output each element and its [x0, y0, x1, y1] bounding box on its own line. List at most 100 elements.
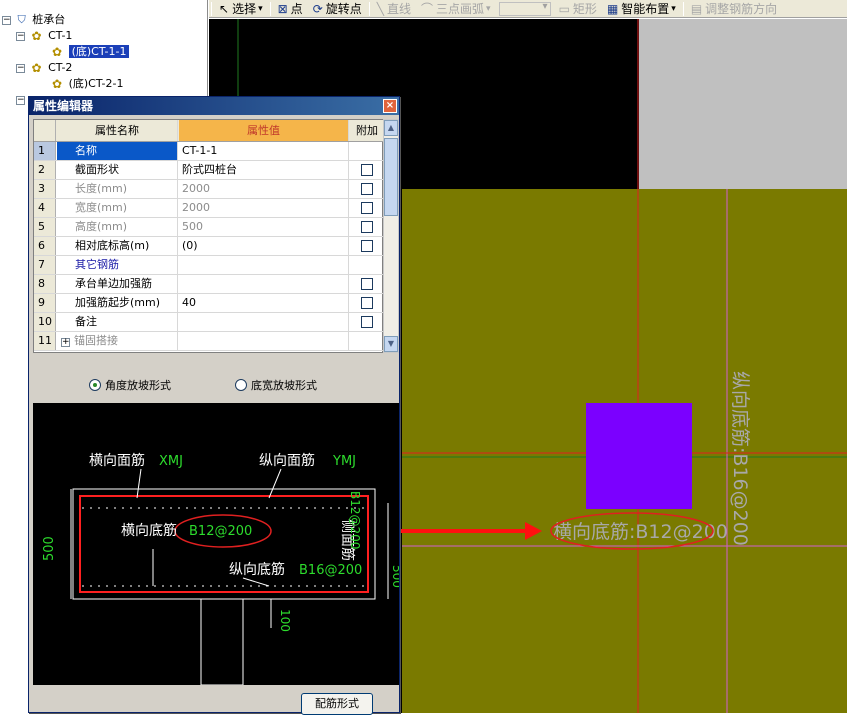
append-checkbox[interactable]	[361, 240, 373, 252]
scroll-thumb[interactable]	[384, 138, 398, 216]
component-icon: ✿	[52, 45, 63, 59]
append-checkbox[interactable]	[361, 202, 373, 214]
row-name: 其它钢筋	[57, 256, 178, 274]
row-num: 1	[34, 142, 56, 160]
point-button[interactable]: ⊠ 点	[273, 0, 308, 17]
table-row[interactable]: 11 + 锚固搭接	[34, 332, 384, 351]
append-checkbox[interactable]	[361, 316, 373, 328]
tree-node-ct2-1[interactable]: ✿ (底)CT-2-1	[52, 76, 123, 92]
append-checkbox[interactable]	[361, 183, 373, 195]
arc-mode-select[interactable]	[498, 1, 551, 16]
separator	[269, 1, 271, 16]
bottom-y-rebar-text[interactable]: 纵向底筋:B16@200	[729, 371, 751, 546]
row-num: 6	[34, 237, 56, 255]
collapse-icon[interactable]: −	[16, 31, 25, 41]
row-value[interactable]: 500	[179, 218, 349, 236]
close-button[interactable]: ×	[383, 99, 397, 113]
pile[interactable]	[586, 403, 692, 509]
line-button[interactable]: ╲ 直线	[372, 0, 416, 17]
chevron-down-icon: ▾	[671, 3, 676, 14]
tree-root-label: 桩承台	[32, 13, 66, 26]
table-row[interactable]: 7 其它钢筋	[34, 256, 384, 275]
row-value[interactable]: 2000	[179, 180, 349, 198]
rotate-point-button[interactable]: ⟳ 旋转点	[308, 0, 367, 17]
scroll-up-icon[interactable]: ▲	[384, 120, 398, 136]
table-row[interactable]: 8 承台单边加强筋	[34, 275, 384, 294]
select-button[interactable]: ↖ 选择 ▾	[214, 0, 268, 17]
collapse-icon[interactable]: −	[16, 63, 25, 73]
select-label: 选择	[232, 2, 257, 16]
rotate-icon: ⟳	[312, 1, 323, 16]
row-value[interactable]: 40	[179, 294, 349, 312]
radio-angle-slope[interactable]: 角度放坡形式	[89, 377, 171, 393]
row-name: 名称	[57, 142, 178, 160]
rect-button[interactable]: ▭ 矩形	[554, 0, 602, 17]
row-value[interactable]	[179, 275, 349, 293]
row-value[interactable]: 阶式四桩台	[179, 161, 349, 179]
row-value[interactable]	[179, 332, 349, 350]
gray-region	[639, 19, 847, 189]
pile-outline	[200, 598, 244, 686]
collapse-icon[interactable]: −	[2, 15, 11, 25]
bottom-x-code: B12@200	[189, 524, 252, 539]
leader-line	[268, 468, 282, 499]
row-extra	[350, 256, 384, 274]
tree-node-ct2[interactable]: − ✿ CT-2	[16, 60, 72, 76]
grid-header: 属性名称 属性值 附加	[34, 120, 384, 142]
row-num: 8	[34, 275, 56, 293]
arc-button[interactable]: ⌒ 三点画弧 ▾	[416, 0, 496, 17]
rectangle-icon: ▭	[558, 1, 570, 16]
separator	[368, 1, 370, 16]
table-row[interactable]: 9 加强筋起步(mm) 40	[34, 294, 384, 313]
append-checkbox[interactable]	[361, 221, 373, 233]
table-row[interactable]: 2 截面形状 阶式四桩台	[34, 161, 384, 180]
table-row[interactable]: 5 高度(mm) 500	[34, 218, 384, 237]
dim-pile: 100	[278, 609, 292, 632]
tree-root[interactable]: − ⛉ 桩承台	[2, 12, 65, 28]
radio-dot[interactable]	[235, 379, 247, 391]
table-row[interactable]: 6 相对底标高(m) (0)	[34, 237, 384, 256]
row-value[interactable]	[179, 256, 349, 274]
table-row[interactable]: 4 宽度(mm) 2000	[34, 199, 384, 218]
append-checkbox[interactable]	[361, 297, 373, 309]
append-checkbox[interactable]	[361, 164, 373, 176]
tree-node-label: (底)CT-1-1	[68, 45, 130, 58]
tree-node-ct1-1[interactable]: ✿ (底)CT-1-1	[52, 44, 130, 60]
scroll-down-icon[interactable]: ▼	[384, 336, 398, 352]
table-row[interactable]: 1 名称 CT-1-1	[34, 142, 384, 161]
row-value[interactable]: 2000	[179, 199, 349, 217]
rebar-form-button[interactable]: 配筋形式	[301, 693, 373, 715]
header-name: 属性名称	[57, 120, 178, 141]
bottom-x-label: 横向底筋	[121, 522, 177, 539]
cursor-icon: ↖	[219, 1, 230, 16]
grid-scrollbar[interactable]: ▲ ▼	[383, 119, 399, 353]
smart-layout-icon: ▦	[606, 1, 619, 16]
smart-layout-button[interactable]: ▦ 智能布置 ▾	[602, 0, 681, 17]
row-value[interactable]: CT-1-1	[179, 142, 349, 160]
point-icon: ⊠	[277, 1, 288, 16]
slope-mode-group: 角度放坡形式 底宽放坡形式	[33, 369, 399, 399]
dim-right: 500	[390, 565, 399, 588]
tree-node-ct1[interactable]: − ✿ CT-1	[16, 28, 72, 44]
chevron-down-icon: ▾	[486, 3, 491, 14]
tree-node-label: CT-2	[48, 61, 73, 74]
row-name: 宽度(mm)	[57, 199, 178, 217]
leader-line	[136, 468, 142, 499]
table-row[interactable]: 3 长度(mm) 2000	[34, 180, 384, 199]
adjust-icon: ▤	[690, 1, 703, 16]
adjust-rebar-direction-button[interactable]: ▤ 调整钢筋方向	[686, 0, 782, 17]
tree-node-collapsed[interactable]: −	[16, 92, 28, 108]
expand-icon[interactable]: +	[61, 338, 70, 347]
top-y-label: 纵向面筋	[259, 452, 315, 469]
row-extra	[350, 237, 384, 255]
append-checkbox[interactable]	[361, 278, 373, 290]
collapse-icon[interactable]: −	[16, 95, 25, 105]
row-value[interactable]: (0)	[179, 237, 349, 255]
radio-dot[interactable]	[89, 379, 101, 391]
property-editor-dialog: 属性编辑器 × 属性名称 属性值 附加 1 名称 CT-1-1 2 截面形状 阶…	[28, 96, 404, 715]
dim-height: 500	[42, 536, 57, 561]
radio-width-slope[interactable]: 底宽放坡形式	[235, 377, 317, 393]
dialog-title-bar[interactable]: 属性编辑器 ×	[29, 97, 399, 115]
row-value[interactable]	[179, 313, 349, 331]
table-row[interactable]: 10 备注	[34, 313, 384, 332]
